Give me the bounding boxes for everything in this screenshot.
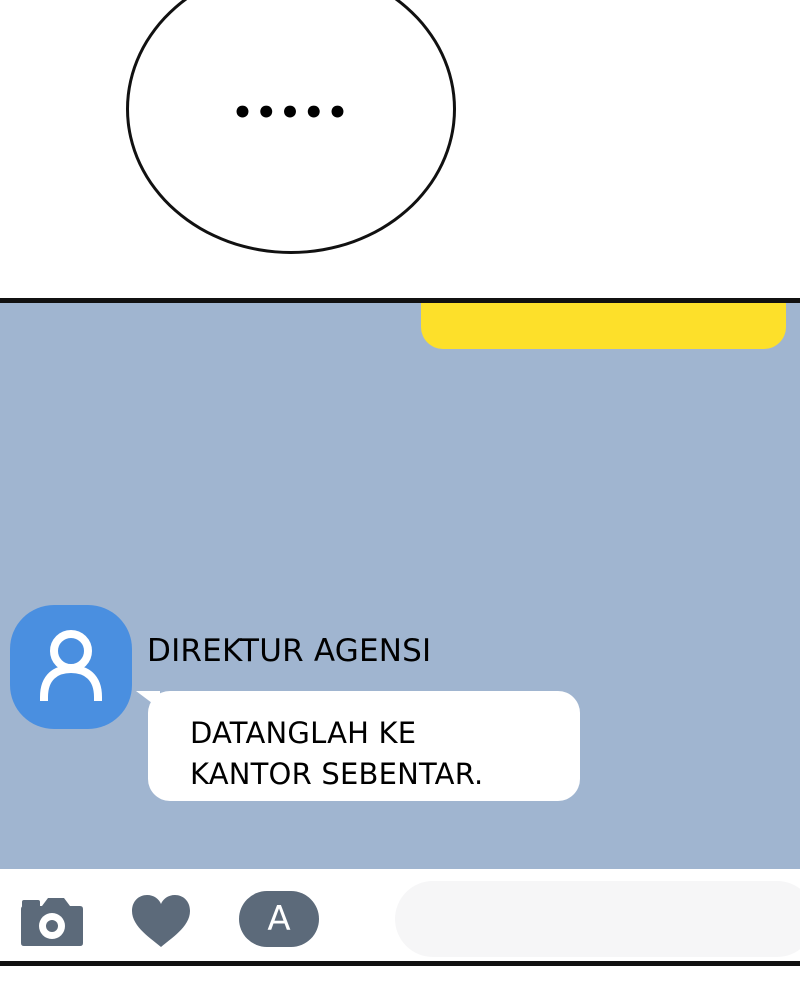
sender-avatar[interactable] [10,605,132,729]
camera-button[interactable] [20,896,84,948]
chat-input-bar: A [0,869,800,961]
incoming-message-bubble[interactable]: DATANGLAH KE KANTOR SEBENTAR. [148,691,580,801]
speech-ellipsis: ••••• [231,93,351,133]
webtoon-chat-page: ••••• DIREKTUR AGENSI DATANGLAH KE KANTO… [0,0,800,1000]
message-text: DATANGLAH KE KANTOR SEBENTAR. [190,716,484,791]
speech-bubble: ••••• [126,0,456,254]
heart-button[interactable] [130,893,192,949]
font-button-label: A [267,899,291,939]
font-button[interactable]: A [239,891,319,947]
person-icon [39,630,103,702]
message-input[interactable] [395,881,800,957]
outgoing-message-bubble[interactable] [421,303,786,349]
sender-name: DIREKTUR AGENSI [147,633,432,669]
comic-panel: ••••• [0,0,800,298]
camera-icon [21,898,83,946]
bottom-margin [0,966,800,1000]
heart-icon [132,895,190,947]
chat-area: DIREKTUR AGENSI DATANGLAH KE KANTOR SEBE… [0,303,800,869]
